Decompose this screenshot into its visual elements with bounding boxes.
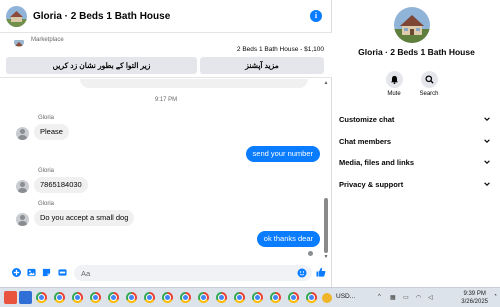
sender-name: Gloria xyxy=(38,201,55,207)
chat-scrollbar[interactable]: ▲ ▼ xyxy=(323,80,329,260)
message-bubble-in[interactable]: Do you accept a small dog xyxy=(34,210,135,226)
clock-time: 9:39 PM xyxy=(463,291,486,297)
marketplace-label: Marketplace xyxy=(31,37,64,43)
chat-pane: Gloria · 2 Beds 1 Bath House i Marketpla… xyxy=(0,0,332,287)
chrome-icon[interactable] xyxy=(198,292,209,303)
mark-pending-button[interactable]: زیر التوا کے بطور نشان زد کریں xyxy=(6,57,197,74)
message-bubble-out[interactable]: ok thanks dear xyxy=(256,231,320,247)
chrome-icon[interactable] xyxy=(270,292,281,303)
message-input[interactable]: Aa xyxy=(74,265,312,281)
section-label: Media, files and links xyxy=(339,157,415,167)
chat-header: Gloria · 2 Beds 1 Bath House i xyxy=(0,0,332,33)
marketplace-banner: Marketplace 2 Beds 1 Bath House - $1,100… xyxy=(0,33,332,78)
app-icon[interactable] xyxy=(4,291,17,304)
chrome-icon[interactable] xyxy=(162,292,173,303)
house-avatar[interactable] xyxy=(6,5,27,27)
chrome-icon[interactable] xyxy=(144,292,155,303)
bell-icon xyxy=(385,71,403,88)
chat-title[interactable]: Gloria · 2 Beds 1 Bath House xyxy=(33,11,170,22)
emoji-icon[interactable] xyxy=(297,268,307,278)
listing-title[interactable]: 2 Beds 1 Bath House - $1,100 xyxy=(237,46,324,53)
section-label: Chat members xyxy=(339,136,392,146)
message-bubble-out[interactable]: send your number xyxy=(245,146,320,162)
chevron-up-icon[interactable]: ^ xyxy=(378,294,381,300)
notification-bell-icon[interactable]: ◔ xyxy=(493,293,497,299)
section-customize-chat[interactable]: Customize chat xyxy=(339,113,491,125)
chrome-icon[interactable] xyxy=(288,292,299,303)
avatar[interactable] xyxy=(16,213,29,226)
currency-widget[interactable]: USD... xyxy=(336,293,355,300)
gallery-icon[interactable] xyxy=(27,268,36,277)
chrome-icon[interactable] xyxy=(72,292,83,303)
windows-taskbar: USD... ^ ▦ ▭ ◠ ◁ 9:39 PM 3/26/2025 ◔ xyxy=(0,287,500,307)
section-label: Customize chat xyxy=(339,114,395,124)
sticker-icon[interactable] xyxy=(42,268,51,277)
conversation-details-panel: Gloria · 2 Beds 1 Bath House Mute Search… xyxy=(333,0,500,287)
thumbs-up-icon[interactable] xyxy=(316,267,326,277)
chrome-icon[interactable] xyxy=(36,292,47,303)
currency-icon xyxy=(322,293,332,303)
message-input-placeholder: Aa xyxy=(81,269,91,278)
chevron-down-icon xyxy=(484,139,490,143)
chrome-icon[interactable] xyxy=(90,292,101,303)
chrome-icon[interactable] xyxy=(234,292,245,303)
profile-name: Gloria · 2 Beds 1 Bath House xyxy=(358,47,475,57)
message-timestamp: 9:17 PM xyxy=(154,97,178,103)
plus-icon[interactable] xyxy=(12,268,21,277)
sender-name: Gloria xyxy=(38,115,55,121)
network-icon[interactable]: ▦ xyxy=(390,294,396,301)
chrome-icon[interactable] xyxy=(216,292,227,303)
chevron-down-icon xyxy=(484,117,490,121)
chrome-icon[interactable] xyxy=(180,292,191,303)
seen-indicator-icon xyxy=(308,251,313,256)
chrome-icon[interactable] xyxy=(126,292,137,303)
clock-date: 3/26/2025 xyxy=(461,298,488,305)
section-media-files-links[interactable]: Media, files and links xyxy=(339,156,491,168)
more-options-button[interactable]: مزید آپشنز xyxy=(200,57,324,74)
profile-photo[interactable] xyxy=(394,7,430,43)
sender-name: Gloria xyxy=(38,168,55,174)
system-clock[interactable]: 9:39 PM 3/26/2025 xyxy=(461,291,488,306)
avatar[interactable] xyxy=(16,127,29,140)
message-bubble-in[interactable]: Please xyxy=(34,124,69,140)
mute-button[interactable]: Mute xyxy=(374,71,414,97)
section-chat-members[interactable]: Chat members xyxy=(339,135,491,147)
gif-icon[interactable] xyxy=(58,268,67,277)
chrome-icon[interactable] xyxy=(108,292,119,303)
chrome-icon[interactable] xyxy=(54,292,65,303)
message-list: 9:17 PM Gloria Please send your number G… xyxy=(0,79,332,260)
message-bubble-in[interactable]: 7865184030 xyxy=(34,177,88,193)
battery-icon[interactable]: ▭ xyxy=(403,294,409,301)
mute-label: Mute xyxy=(387,91,401,97)
listing-thumbnail xyxy=(14,37,24,47)
chrome-icon[interactable] xyxy=(252,292,263,303)
search-label: Search xyxy=(419,91,439,97)
scroll-up-icon[interactable]: ▲ xyxy=(323,80,329,86)
app-icon[interactable] xyxy=(19,291,32,304)
scroll-thumb[interactable] xyxy=(324,198,328,253)
section-privacy-support[interactable]: Privacy & support xyxy=(339,178,491,190)
volume-icon[interactable]: ◁ xyxy=(428,294,433,301)
chevron-down-icon xyxy=(484,182,490,186)
composer: Aa xyxy=(0,262,332,282)
search-icon xyxy=(420,71,438,88)
partial-message-bubble xyxy=(80,79,308,88)
chevron-down-icon xyxy=(484,160,490,164)
avatar[interactable] xyxy=(16,180,29,193)
scroll-down-icon[interactable]: ▼ xyxy=(323,254,329,260)
wifi-icon[interactable]: ◠ xyxy=(416,294,421,301)
info-icon[interactable]: i xyxy=(310,10,322,22)
chrome-icon[interactable] xyxy=(306,292,317,303)
search-button[interactable]: Search xyxy=(409,71,449,97)
section-label: Privacy & support xyxy=(339,179,404,189)
